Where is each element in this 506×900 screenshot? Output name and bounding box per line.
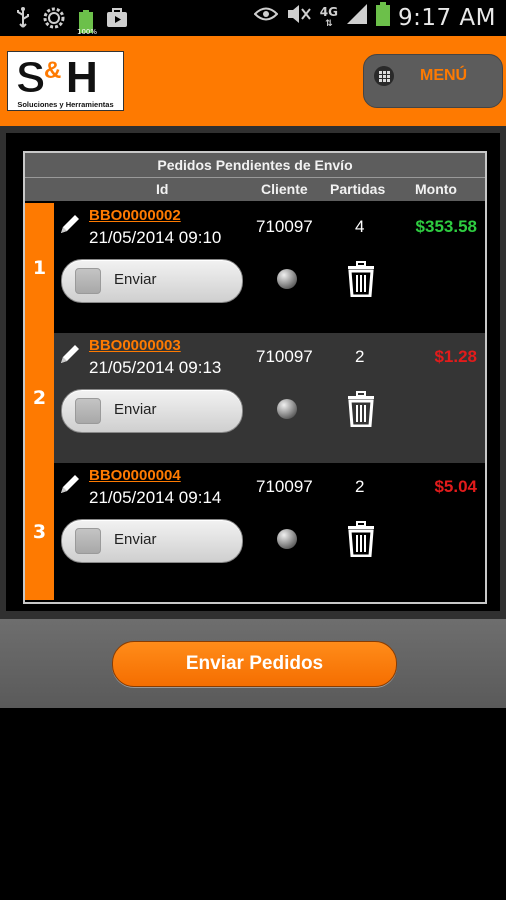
order-monto: $353.58 bbox=[415, 217, 477, 236]
row-number: 3 bbox=[25, 463, 54, 600]
order-monto: $1.28 bbox=[434, 347, 477, 366]
status-dot-icon bbox=[277, 269, 297, 289]
send-checkbox[interactable] bbox=[75, 528, 101, 554]
order-cliente: 710097 bbox=[256, 217, 313, 236]
menu-button[interactable]: MENÚ bbox=[363, 54, 503, 108]
table-row: 3 BBO0000004 21/05/2014 09:14 710097 2 $… bbox=[25, 463, 485, 600]
orders-panel: Pedidos Pendientes de Envío Id Cliente P… bbox=[6, 133, 500, 611]
mute-icon bbox=[286, 4, 312, 31]
battery-icon: 100% bbox=[77, 9, 97, 36]
order-partidas: 2 bbox=[355, 347, 365, 366]
order-cliente: 710097 bbox=[256, 347, 313, 366]
order-partidas: 4 bbox=[355, 217, 365, 236]
order-id-link[interactable]: BBO0000004 bbox=[89, 467, 181, 484]
battery-full-icon bbox=[375, 2, 390, 33]
edit-pencil-icon[interactable] bbox=[59, 473, 81, 495]
network-4g-icon: 4G ⇅ bbox=[319, 4, 338, 29]
send-label: Enviar bbox=[114, 401, 157, 418]
trash-icon[interactable] bbox=[346, 261, 376, 297]
logo-tagline: Soluciones y Herramientas bbox=[17, 100, 114, 109]
brand-logo: S & H Soluciones y Herramientas bbox=[7, 51, 124, 111]
svg-text:&: & bbox=[44, 57, 61, 84]
logo-mark: S & H bbox=[16, 53, 98, 97]
table-header: Id Cliente Partidas Monto bbox=[25, 178, 485, 201]
send-orders-button[interactable]: Enviar Pedidos bbox=[112, 641, 397, 687]
signal-icon bbox=[346, 3, 368, 32]
order-date: 21/05/2014 09:14 bbox=[89, 488, 222, 507]
trash-icon[interactable] bbox=[346, 521, 376, 557]
edit-pencil-icon[interactable] bbox=[59, 343, 81, 365]
order-date: 21/05/2014 09:10 bbox=[89, 228, 222, 247]
column-header-id: Id bbox=[156, 181, 169, 197]
battery-percent: 100% bbox=[76, 27, 97, 36]
send-label: Enviar bbox=[114, 531, 157, 548]
briefcase-icon bbox=[106, 8, 128, 35]
column-header-cliente: Cliente bbox=[261, 181, 308, 197]
order-monto: $5.04 bbox=[434, 477, 477, 496]
svg-text:H: H bbox=[66, 53, 98, 96]
clock: 9:17 AM bbox=[397, 4, 496, 31]
app-header: S & H Soluciones y Herramientas MENÚ bbox=[0, 36, 506, 126]
table-row: 1 BBO0000002 21/05/2014 09:10 710097 4 $… bbox=[25, 203, 485, 333]
send-checkbox[interactable] bbox=[75, 398, 101, 424]
order-id-link[interactable]: BBO0000002 bbox=[89, 207, 181, 224]
menu-label: MENÚ bbox=[420, 67, 468, 84]
order-id-link[interactable]: BBO0000003 bbox=[89, 337, 181, 354]
eye-icon bbox=[253, 5, 279, 30]
table-row: 2 BBO0000003 21/05/2014 09:13 710097 2 $… bbox=[25, 333, 485, 463]
order-partidas: 2 bbox=[355, 477, 365, 496]
content-area: Pedidos Pendientes de Envío Id Cliente P… bbox=[0, 126, 506, 619]
table-title: Pedidos Pendientes de Envío bbox=[25, 153, 485, 178]
send-toggle-button[interactable]: Enviar bbox=[61, 519, 243, 563]
send-label: Enviar bbox=[114, 271, 157, 288]
column-header-partidas: Partidas bbox=[330, 181, 386, 197]
footer-bar: Enviar Pedidos bbox=[0, 619, 506, 708]
order-cliente: 710097 bbox=[256, 477, 313, 496]
edit-pencil-icon[interactable] bbox=[59, 213, 81, 235]
settings-icon bbox=[42, 6, 66, 37]
trash-icon[interactable] bbox=[346, 391, 376, 427]
grid-icon bbox=[374, 66, 394, 86]
status-dot-icon bbox=[277, 529, 297, 549]
usb-icon bbox=[16, 7, 30, 36]
send-checkbox[interactable] bbox=[75, 268, 101, 294]
send-toggle-button[interactable]: Enviar bbox=[61, 259, 243, 303]
send-toggle-button[interactable]: Enviar bbox=[61, 389, 243, 433]
orders-table: Pedidos Pendientes de Envío Id Cliente P… bbox=[23, 151, 487, 604]
row-number: 1 bbox=[25, 203, 54, 333]
row-number: 2 bbox=[25, 333, 54, 463]
status-dot-icon bbox=[277, 399, 297, 419]
svg-text:S: S bbox=[16, 53, 45, 96]
order-date: 21/05/2014 09:13 bbox=[89, 358, 222, 377]
column-header-monto: Monto bbox=[415, 181, 457, 197]
status-bar: 100% 4G ⇅ 9:17 AM bbox=[0, 0, 506, 36]
